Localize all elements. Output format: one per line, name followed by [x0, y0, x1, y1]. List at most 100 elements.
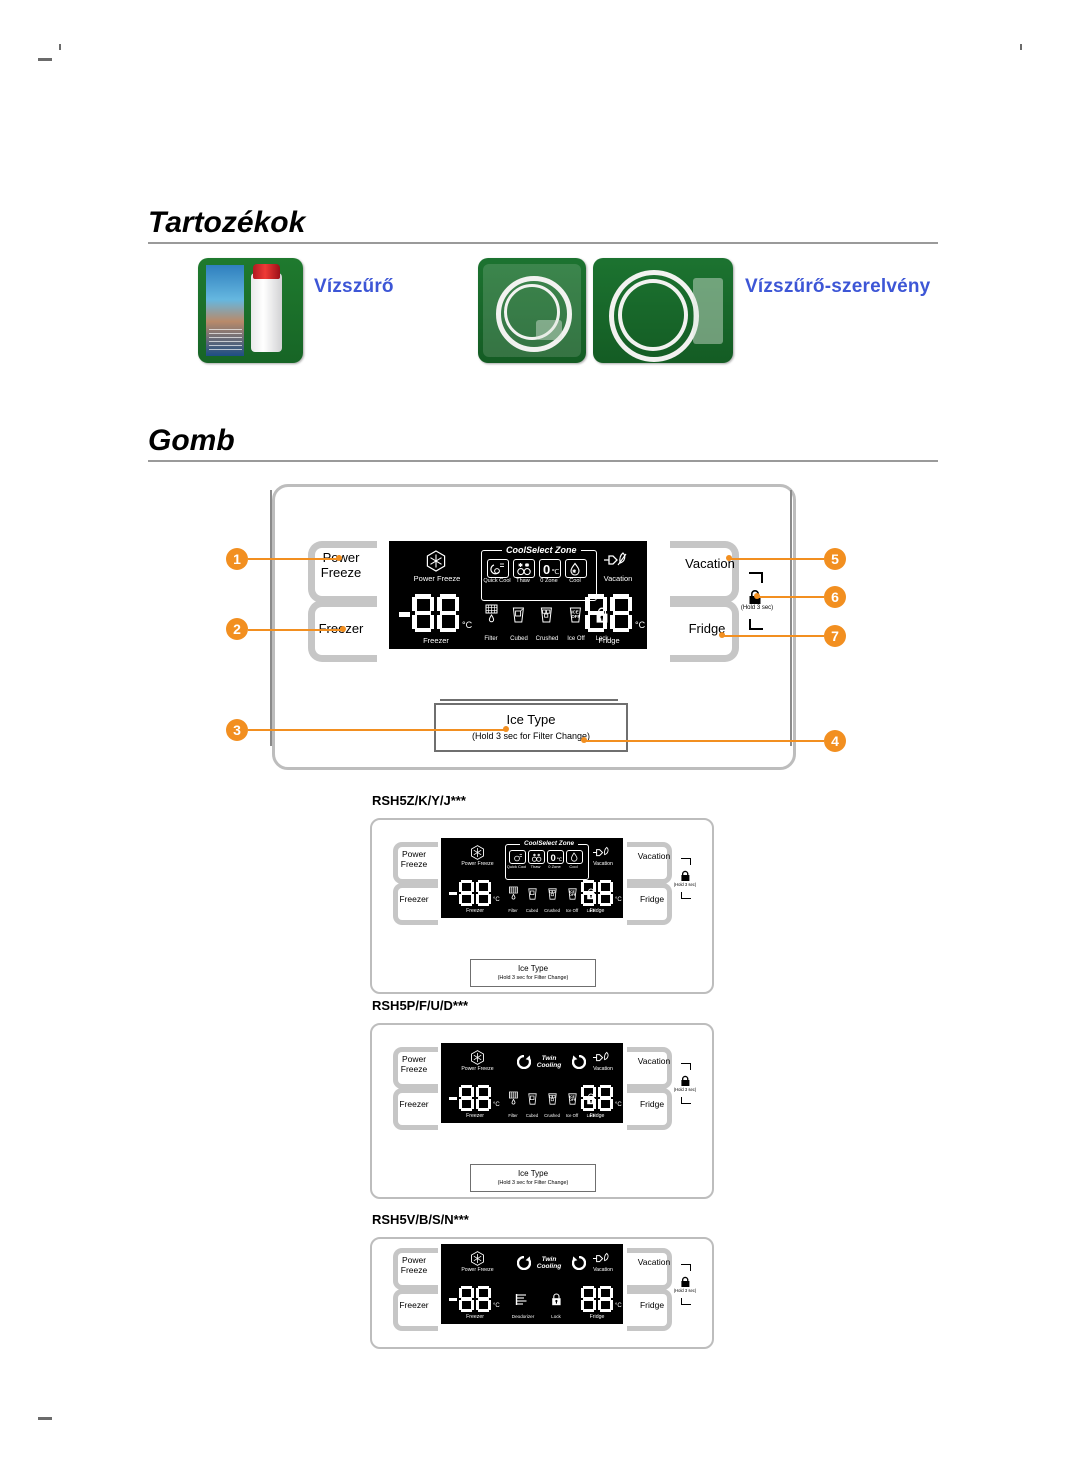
model3-lcd: Power Freeze Twin Cooling Vacation °C Fre… — [441, 1244, 623, 1324]
model2-power-freeze-display-label: Power Freeze — [461, 1066, 494, 1072]
model1-vacation-button[interactable] — [627, 842, 672, 884]
model3-fridge-label: Fridge — [589, 1314, 605, 1320]
model2-filter-label: Filter — [508, 1113, 518, 1118]
zero-zone-icon: 0 ℃ — [539, 559, 561, 578]
page-title-gomb: Gomb — [148, 424, 235, 457]
thaw-icon — [513, 559, 535, 578]
model1-freezer-minus — [449, 892, 457, 896]
crop-mark-top-right-tick — [1020, 44, 1022, 50]
accessory-label-fitting: Vízszűrő-szerelvény — [745, 276, 931, 297]
fitting-parts-pack-2 — [693, 278, 723, 344]
model3-lock-hold[interactable]: (Hold 3 sec) — [670, 1264, 704, 1305]
model3-freezer-label: Freezer — [399, 1300, 429, 1310]
freezer-digit-1 — [412, 594, 434, 632]
callout-6-endpoint — [754, 593, 760, 599]
model1-power-freeze-label: Power Freeze — [400, 849, 428, 869]
zero-zone-icon: 0 ℃ — [547, 850, 564, 864]
callout-3-number: 3 — [233, 722, 241, 738]
model1-ice-type-hint: (Hold 3 sec for Filter Change) — [497, 975, 569, 981]
model2-lock-hold[interactable]: (Hold 3 sec) — [670, 1063, 704, 1104]
model2-ice-type-button[interactable]: Ice Type (Hold 3 sec for Filter Change) — [470, 1164, 596, 1192]
callout-2: 2 — [226, 618, 248, 640]
model1-power-freeze-display-label: Power Freeze — [461, 861, 494, 867]
callout-guide-right — [790, 490, 792, 746]
snowflake-icon — [426, 550, 446, 572]
callout-7-endpoint — [719, 632, 725, 638]
model1-cool-label: Cool — [569, 864, 578, 869]
model2-freezer-digit-1 — [459, 1085, 474, 1111]
model2-fridge-unit: °C — [615, 1102, 622, 1108]
unplugged-plug-icon — [593, 1051, 609, 1062]
freezer-minus-sign — [399, 612, 410, 617]
model2-lock-hint: (Hold 3 sec) — [673, 1087, 697, 1092]
model2-vacation-button[interactable] — [627, 1047, 672, 1089]
fridge-unit: °C — [635, 620, 646, 630]
callout-7-leader — [722, 635, 824, 637]
model1-freezer-unit: °C — [493, 897, 500, 903]
callout-4-leader — [584, 740, 824, 742]
model2-freezer-minus — [449, 1097, 457, 1101]
padlock-icon — [681, 1075, 690, 1086]
water-filter-photo — [198, 258, 303, 363]
callout-1-leader — [248, 558, 340, 560]
crushed-ice-icon — [548, 888, 557, 900]
water-filter-fitting-photo-2 — [593, 258, 733, 363]
model1-lock-hold[interactable]: (Hold 3 sec) — [670, 858, 704, 899]
unplugged-plug-icon — [593, 1252, 609, 1263]
vacation-display-label: Vacation — [603, 574, 633, 583]
model1-quick-cool-label: Quick Cool — [506, 864, 527, 869]
model1-ice-type-button[interactable]: Ice Type (Hold 3 sec for Filter Change) — [470, 959, 596, 987]
callout-5-endpoint — [726, 555, 732, 561]
model3-lock-label: Lock — [551, 1314, 561, 1319]
padlock-icon — [681, 1276, 690, 1287]
model1-lock-bracket-bottom — [681, 892, 691, 899]
svg-text:0: 0 — [543, 562, 550, 576]
svg-text:OFF: OFF — [569, 1098, 575, 1102]
snowflake-icon — [471, 1251, 484, 1266]
callout-2-number: 2 — [233, 621, 241, 637]
model3-twin-cooling-label: Twin Cooling — [536, 1256, 562, 1271]
ice-off-icon: ICEOFF — [568, 1093, 577, 1105]
ice-off-icon: ICEOFF — [568, 888, 577, 900]
model2-freezer-unit: °C — [493, 1102, 500, 1108]
model2-fridge-digit-1 — [581, 1085, 596, 1111]
callout-3-leader — [248, 729, 506, 731]
model1-zero-zone-label: 0 Zone — [548, 864, 561, 869]
model3-fridge-value — [581, 1286, 613, 1312]
model1-coolselect-title: CoolSelect Zone — [520, 840, 579, 847]
vacation-button[interactable] — [670, 541, 739, 603]
lock-hold-3-sec[interactable]: (Hold 3 sec) — [737, 572, 781, 630]
quick-cool-label: Quick Cool — [483, 578, 511, 584]
model3-vacation-button[interactable] — [627, 1248, 672, 1290]
cool-droplet-icon — [566, 850, 583, 864]
model1-freezer-digit-2 — [476, 880, 491, 906]
fitting-parts-pack-1 — [536, 320, 562, 340]
snowflake-icon — [471, 1050, 484, 1065]
model3-fridge-digit-1 — [581, 1286, 596, 1312]
freezer-unit: °C — [462, 620, 473, 630]
model1-fridge-label: Fridge — [639, 894, 665, 904]
model1-crushed-label: Crushed — [544, 908, 560, 913]
model2-lcd: Power Freeze Twin Cooling Vacation °C Fre… — [441, 1043, 623, 1123]
model1-fridge-label: Fridge — [589, 908, 605, 914]
svg-text:OFF: OFF — [571, 614, 580, 619]
ice-type-button[interactable]: Ice Type (Hold 3 sec for Filter Change) — [434, 703, 628, 752]
callout-6-leader — [757, 596, 824, 598]
crushed-ice-icon — [548, 1093, 557, 1105]
crushed-ice-icon — [540, 607, 552, 623]
lock-hold-hint: (Hold 3 sec) — [740, 605, 774, 611]
model1-freezer-digit-1 — [459, 880, 474, 906]
model1-lock-hint: (Hold 3 sec) — [673, 882, 697, 887]
cool-label: Cool — [569, 578, 581, 584]
ice-off-icon: ICE OFF — [569, 607, 581, 623]
snowflake-icon — [471, 845, 484, 860]
model3-deodorizer-label: Deodorizer — [511, 1314, 535, 1319]
filter-status-label: Filter — [484, 636, 498, 642]
model2-freezer-label: Freezer — [399, 1099, 429, 1109]
model3-vacation-display-label: Vacation — [593, 1267, 613, 1273]
model3-lock-bracket-bottom — [681, 1298, 691, 1305]
callout-1-number: 1 — [233, 551, 241, 567]
model3-freezer-unit: °C — [493, 1303, 500, 1309]
model3-freezer-minus — [449, 1298, 457, 1302]
model1-ice-type-label: Ice Type — [517, 964, 549, 973]
